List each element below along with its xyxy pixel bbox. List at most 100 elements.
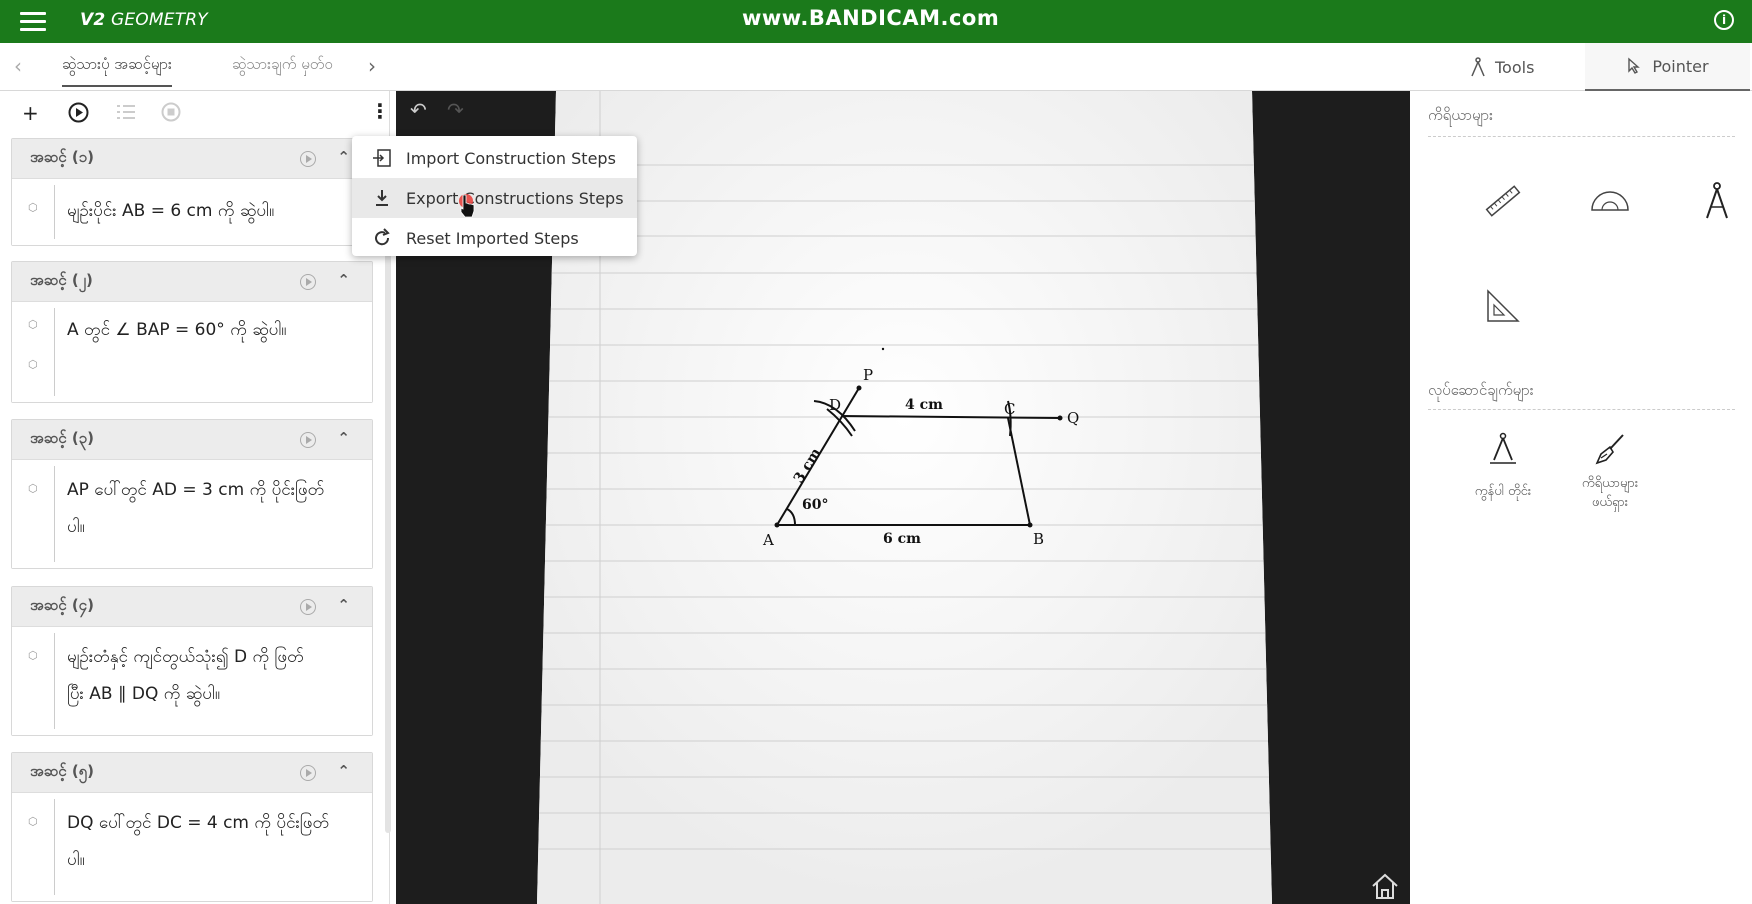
tab-bar: ‹ ဆွဲသားပုံ အဆင့်များ ဆွဲသားချက် မှတ်ဝ ›… [0,43,1752,91]
step-body: ⬡ မျဉ်းတံနှင့် ကျင်တွယ်သုံး၍ D ကို ဖြတ်ပ… [12,627,372,735]
steps-toolbar: + ⋮ [0,91,390,131]
label-a: A [762,531,774,549]
add-step-icon[interactable]: + [22,101,39,125]
menu-import-steps[interactable]: Import Construction Steps [352,138,637,178]
redo-icon[interactable]: ↷ [447,98,464,122]
menu-icon[interactable] [20,12,46,32]
play-step-icon[interactable] [300,599,316,615]
menu-import-label: Import Construction Steps [406,148,616,168]
clear-tools-action[interactable] [1580,429,1640,469]
clear-tools-label: ကိရိယာများ ဖယ်ရှား [1581,476,1639,510]
point-a [774,522,780,528]
step-card-5: အဆင့် (၅) ⌃ ⬡ DQ ပေါ်တွင် DC = 4 cm ကို … [11,752,373,902]
chevron-up-icon[interactable]: ⌃ [337,762,350,780]
play-step-icon[interactable] [300,151,316,167]
tab-construction-steps[interactable]: ဆွဲသားပုံ အဆင့်များ [62,55,172,87]
step-title: အဆင့် (၃) [30,428,94,447]
options-menu: Import Construction Steps Export Constru… [352,136,637,256]
step-card-4: အဆင့် (၄) ⌃ ⬡ မျဉ်းတံနှင့် ကျင်တွယ်သုံး၍… [11,586,373,736]
step-header[interactable]: အဆင့် (၅) ⌃ [12,753,372,793]
compass-measure-action[interactable] [1473,429,1533,469]
play-step-icon[interactable] [300,274,316,290]
stop-icon[interactable] [161,102,181,122]
tab-construction-notes[interactable]: ဆွဲသားချက် မှတ်ဝ [232,55,333,77]
actions-section-title: လုပ်ဆောင်ချက်များ [1428,381,1534,399]
point-q [1057,415,1063,421]
steps-panel: + ⋮ အဆင့် (၁) ⌃ ⬡ မျဉ်းပိုင်း AB = 6 cm … [0,91,391,904]
step-title: အဆင့် (၂) [30,270,93,289]
cube-icon: ⬡ [28,482,38,495]
ruler-tool[interactable] [1473,171,1533,231]
segment-cb [1007,417,1031,526]
tab-next-icon[interactable]: › [368,54,376,78]
label-d: D [829,396,841,414]
label-p: P [863,366,873,384]
menu-export-steps[interactable]: Export Constructions Steps [352,178,637,218]
download-icon [376,190,388,206]
step-card-3: အဆင့် (၃) ⌃ ⬡ AP ပေါ်တွင် AD = 3 cm ကို … [11,419,373,569]
tab-tools[interactable]: Tools [1455,43,1548,91]
label-angle: 60° [802,497,828,513]
cube-icon: ⬡ [28,318,38,331]
info-icon[interactable]: i [1714,10,1734,30]
menu-export-label: Export Constructions Steps [406,188,624,208]
home-icon[interactable] [1370,872,1400,900]
app-title: V2 GEOMETRY [80,10,208,30]
tools-panel: ကိရိယာများ လုပ်ဆောင်ချက်များ ကွန်ပါ တိုင… [1410,91,1752,904]
set-square-tool[interactable] [1473,276,1533,336]
geometry-figure: A B C D P Q 6 cm 4 cm 3 cm 60° [762,347,1079,549]
chevron-up-icon[interactable]: ⌃ [337,596,350,614]
label-b: B [1033,530,1044,548]
play-step-icon[interactable] [300,432,316,448]
label-c: C [1004,400,1015,418]
compass-measure-icon [1490,432,1516,464]
play-all-icon[interactable] [68,102,89,123]
tab-tools-label: Tools [1495,57,1535,77]
tab-pointer[interactable]: Pointer [1585,43,1750,91]
point-p [856,385,862,391]
step-header[interactable]: အဆင့် (၂) ⌃ [12,262,372,302]
cube-icon: ⬡ [28,649,38,662]
cube-icon: ⬡ [28,358,38,371]
compass-measure-label: ကွန်ပါ တိုင်း [1474,484,1532,499]
step-body: ⬡ AP ပေါ်တွင် AD = 3 cm ကို ပိုင်းဖြတ် ပါ… [12,460,372,568]
step-title: အဆင့် (၄) [30,595,94,614]
step-card-2: အဆင့် (၂) ⌃ ⬡ ⬡ A တွင် ∠ BAP = 60° ကို ဆ… [11,261,373,403]
menu-reset-label: Reset Imported Steps [406,228,579,248]
step-card-1: အဆင့် (၁) ⌃ ⬡ မျဉ်းပိုင်း AB = 6 cm ကို … [11,138,373,246]
step-header[interactable]: အဆင့် (၄) ⌃ [12,587,372,627]
step-header[interactable]: အဆင့် (၁) ⌃ [12,139,372,179]
undo-icon[interactable]: ↶ [410,98,427,122]
more-options-icon[interactable]: ⋮ [370,99,390,123]
label-dc-length: 4 cm [905,397,943,413]
angle-arc [786,508,796,526]
chevron-up-icon[interactable]: ⌃ [337,429,350,447]
ray-dq [841,415,1061,419]
chevron-up-icon[interactable]: ⌃ [337,148,350,166]
step-body: ⬡ DQ ပေါ်တွင် DC = 4 cm ကို ပိုင်းဖြတ် ပါ… [12,793,372,901]
mouse-cursor-icon [459,194,475,218]
cube-icon: ⬡ [28,815,38,828]
step-header[interactable]: အဆင့် (၃) ⌃ [12,420,372,460]
protractor-tool[interactable] [1580,171,1640,231]
tab-pointer-label: Pointer [1652,56,1709,76]
compass-small-icon [1471,57,1485,77]
step-body: ⬡ မျဉ်းပိုင်း AB = 6 cm ကို ဆွဲပါ။ [12,179,372,245]
set-square-icon [1487,289,1520,322]
cube-icon: ⬡ [28,201,38,214]
compass-tool[interactable] [1687,171,1747,231]
step-text: မျဉ်းတံနှင့် ကျင်တွယ်သုံး၍ D ကို ဖြတ် ပြီ… [67,647,304,704]
point-b [1027,522,1033,528]
menu-reset-steps[interactable]: Reset Imported Steps [352,218,637,258]
bandicam-watermark: www.BANDICAM.com [742,6,1000,30]
step-text: AP ပေါ်တွင် AD = 3 cm ကို ပိုင်းဖြတ် ပါ။ [67,480,325,537]
label-ab-length: 6 cm [883,531,921,547]
tools-section-title: ကိရိယာများ [1428,106,1493,124]
checklist-icon[interactable] [116,103,136,121]
chevron-up-icon[interactable]: ⌃ [337,271,350,289]
label-q: Q [1067,409,1079,427]
tab-prev-icon[interactable]: ‹ [14,54,22,78]
refresh-icon [375,228,390,246]
app-header: V2 GEOMETRY www.BANDICAM.com i [0,0,1752,43]
play-step-icon[interactable] [300,765,316,781]
